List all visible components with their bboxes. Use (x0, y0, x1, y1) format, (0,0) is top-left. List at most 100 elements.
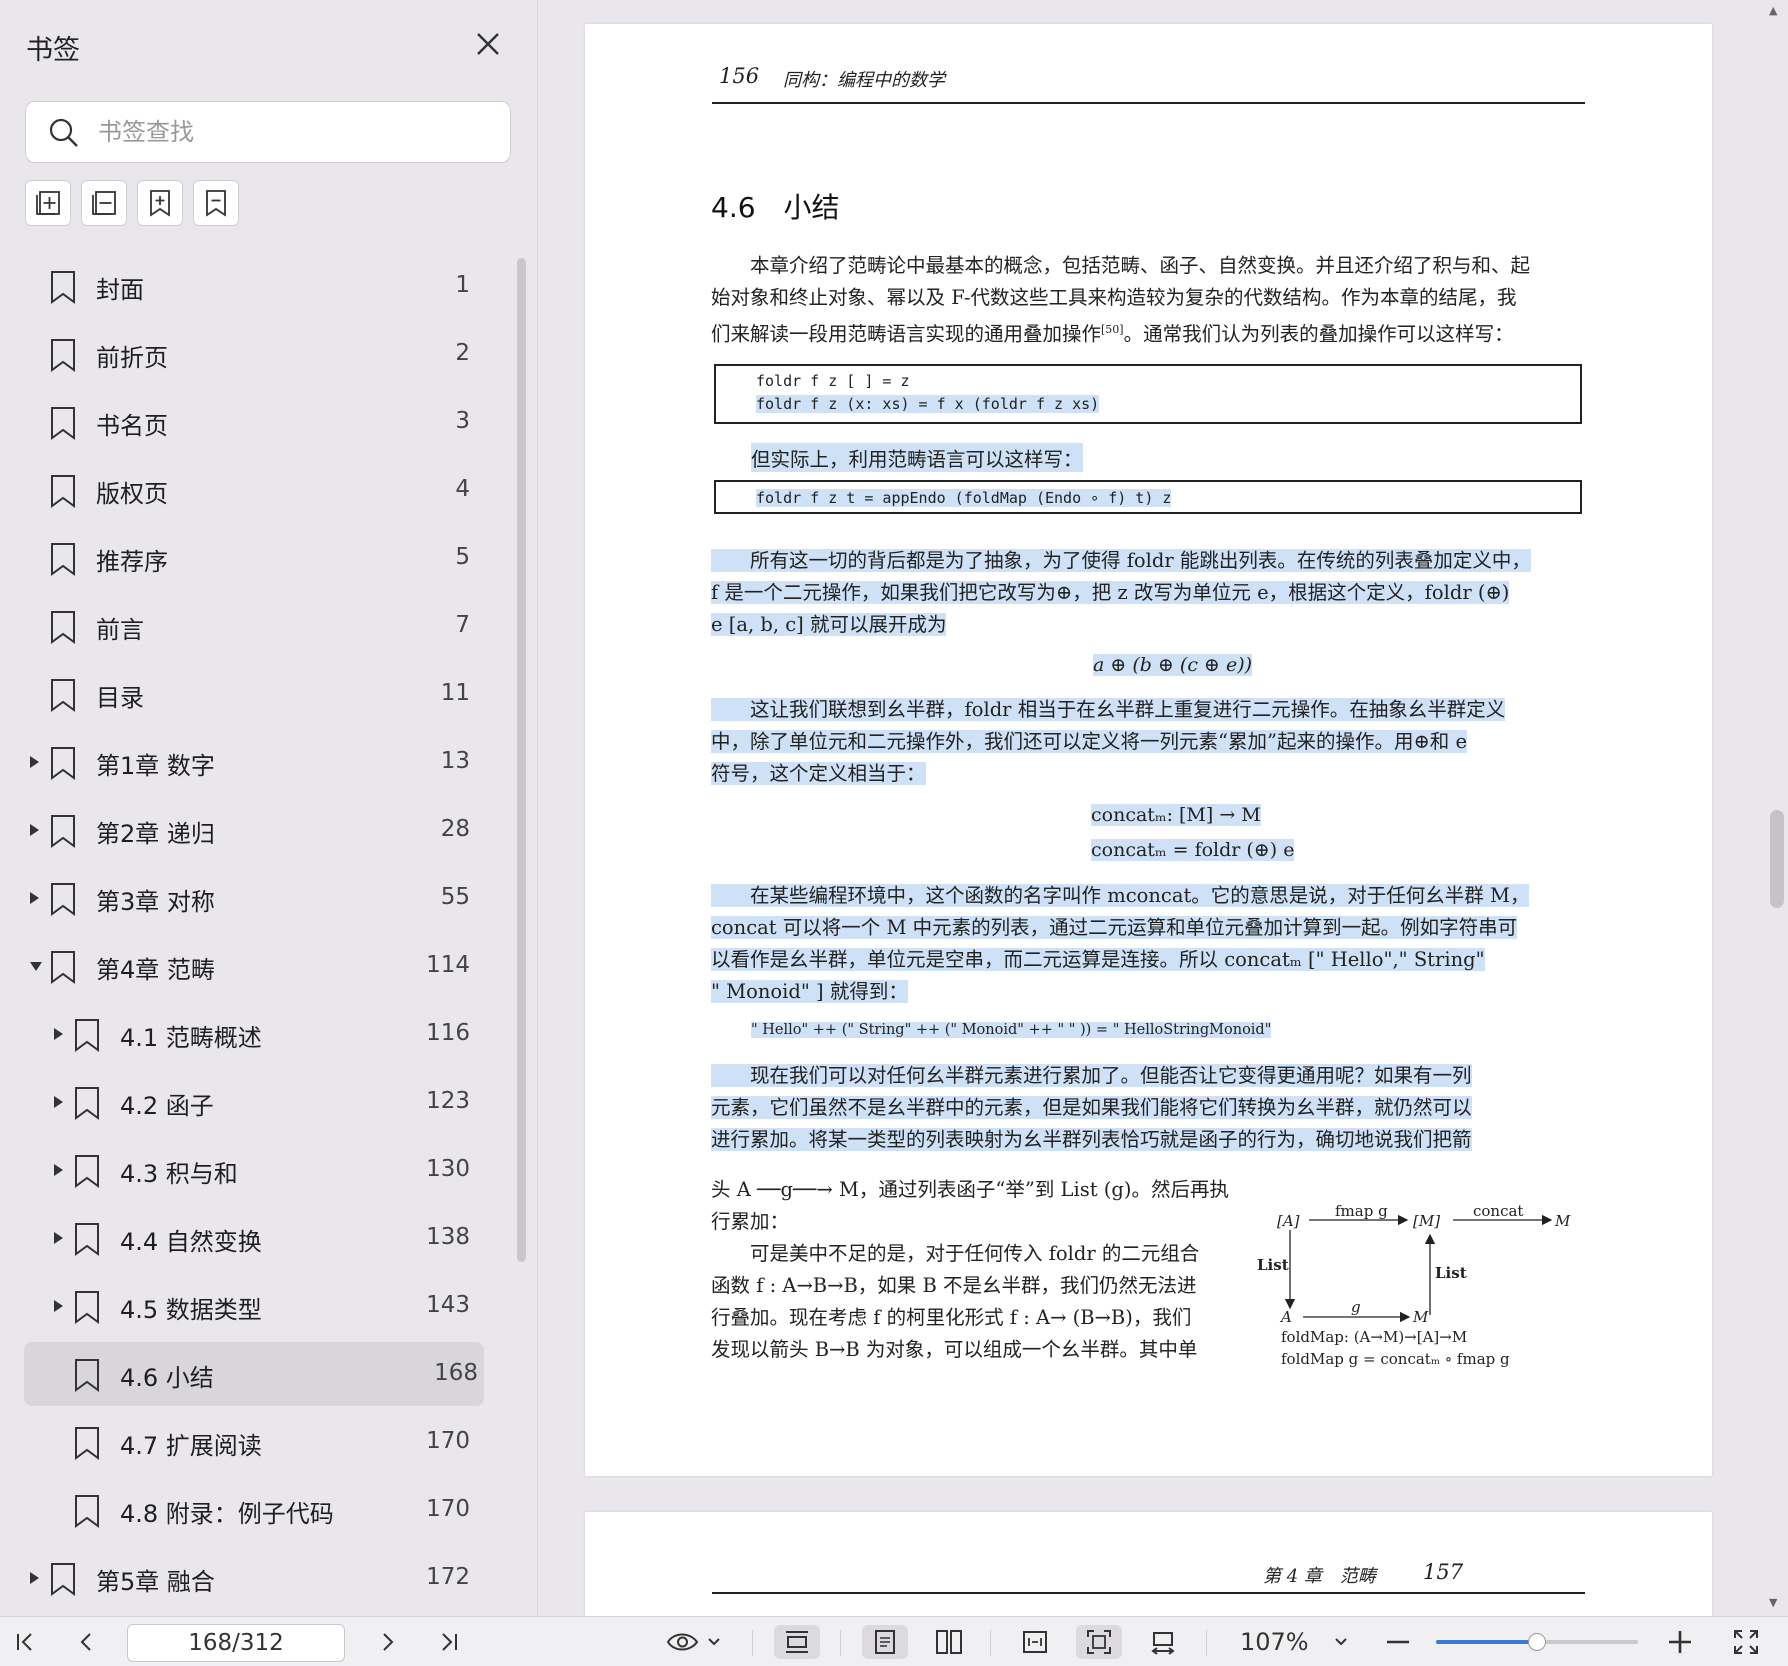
bookmark-item[interactable]: 封面 1 (0, 254, 500, 318)
remove-bookmark-button[interactable] (193, 180, 239, 226)
bookmark-item[interactable]: 4.6 小结 168 (24, 1342, 484, 1406)
view-mode-button[interactable] (662, 1625, 726, 1659)
text-run: 们来解读一段用范畴语言实现的通用叠加操作 (711, 322, 1102, 346)
bookmark-item[interactable]: 4.7 扩展阅读 170 (0, 1410, 500, 1474)
bookmark-item[interactable]: 第1章 数字 13 (0, 730, 500, 794)
expand-arrow-icon[interactable] (54, 1096, 63, 1108)
zoom-slider-handle[interactable] (1528, 1633, 1546, 1651)
bookmark-item[interactable]: 前言 7 (0, 594, 500, 658)
zoom-in-button[interactable] (1662, 1625, 1698, 1659)
page-header-title: 同构：编程中的数学 (783, 70, 945, 91)
bookmark-item[interactable]: 4.4 自然变换 138 (0, 1206, 500, 1270)
text-line: 们来解读一段用范畴语言实现的通用叠加操作[50]。通常我们认为列表的叠加操作可以… (711, 314, 1587, 351)
pdf-page-157: 第 4 章 范畴 157 (585, 1512, 1712, 1616)
document-scrollbar-thumb[interactable] (1770, 810, 1784, 908)
collapse-arrow-icon[interactable] (30, 962, 42, 971)
bookmark-item[interactable]: 目录 11 (0, 662, 500, 726)
remove-bookmark-icon (206, 190, 226, 217)
zoom-level[interactable]: 107% (1240, 1628, 1309, 1656)
bookmark-icon (51, 339, 75, 372)
continuous-scroll-button[interactable] (774, 1625, 820, 1659)
previous-page-button[interactable] (70, 1625, 104, 1659)
equation-concat-type: concatₘ: [M] → M (1091, 804, 1261, 826)
document-viewport[interactable]: 156 同构：编程中的数学 4.6 小结 本章介绍了范畴论中最基本的概念，包括范… (539, 0, 1788, 1616)
bookmark-item[interactable]: 版权页 4 (0, 458, 500, 522)
bookmark-item[interactable]: 4.3 积与和 130 (0, 1138, 500, 1202)
bookmark-item[interactable]: 4.2 函子 123 (0, 1070, 500, 1134)
bookmark-page-number: 170 (426, 1428, 470, 1454)
bookmark-item[interactable]: 4.8 附录：例子代码 170 (0, 1478, 500, 1542)
code-block-foldr-category: foldr f z t = appEndo (foldMap (Endo ∘ f… (714, 480, 1582, 514)
bookmark-page-number: 13 (440, 748, 470, 774)
code-block-foldr-list: foldr f z [ ] = z foldr f z (x: xs) = f … (714, 364, 1582, 424)
fit-width-button[interactable] (1012, 1625, 1058, 1659)
bookmark-page-number: 55 (440, 884, 470, 910)
expand-all-icon (36, 191, 60, 215)
scroll-up-arrow[interactable]: ▲ (1769, 4, 1777, 17)
expand-arrow-icon[interactable] (54, 1232, 63, 1244)
next-page-button[interactable] (370, 1625, 404, 1659)
first-page-icon (17, 1633, 32, 1651)
expand-arrow-icon[interactable] (30, 756, 39, 768)
expand-arrow-icon[interactable] (30, 1572, 39, 1584)
bookmark-search-input[interactable] (98, 102, 498, 162)
bookmark-icon (75, 1427, 99, 1460)
label-g: g (1351, 1298, 1361, 1316)
bookmark-icon (75, 1019, 99, 1052)
bookmark-icon (51, 407, 75, 440)
equation-expansion: a ⊕ (b ⊕ (c ⊕ e)) (1093, 654, 1253, 676)
fit-page-button[interactable] (1076, 1625, 1122, 1659)
bottom-toolbar: 168/312 107% (0, 1616, 1788, 1666)
zoom-dropdown-button[interactable] (1326, 1625, 1356, 1659)
two-page-button[interactable] (926, 1625, 972, 1659)
single-page-icon (875, 1630, 895, 1654)
expand-arrow-icon[interactable] (54, 1300, 63, 1312)
bookmark-page-number: 4 (455, 476, 470, 502)
expand-arrow-icon[interactable] (54, 1028, 63, 1040)
first-page-button[interactable] (8, 1625, 42, 1659)
expand-arrow-icon[interactable] (30, 824, 39, 836)
fullscreen-button[interactable] (1728, 1625, 1764, 1659)
bookmark-search-box[interactable] (25, 101, 511, 163)
zoom-slider[interactable] (1436, 1633, 1638, 1651)
expand-arrow-icon[interactable] (54, 1164, 63, 1176)
zoom-out-button[interactable] (1380, 1625, 1416, 1659)
bookmark-item[interactable]: 第4章 范畴 114 (0, 934, 500, 998)
collapse-all-button[interactable] (81, 180, 127, 226)
bookmark-item[interactable]: 4.5 数据类型 143 (0, 1274, 500, 1338)
search-icon (49, 118, 78, 147)
close-sidebar-button[interactable] (470, 26, 506, 62)
bookmark-item[interactable]: 前折页 2 (0, 322, 500, 386)
bookmark-label: 推荐序 (96, 548, 168, 576)
bookmark-item[interactable]: 4.1 范畴概述 116 (0, 1002, 500, 1066)
node-list-a: [A] (1277, 1212, 1300, 1230)
page-number-input[interactable]: 168/312 (127, 1624, 345, 1662)
last-page-button[interactable] (432, 1625, 466, 1659)
scroll-down-arrow[interactable]: ▼ (1769, 1596, 1777, 1609)
add-bookmark-button[interactable] (137, 180, 183, 226)
minus-icon (1387, 1640, 1409, 1644)
bookmark-item[interactable]: 第2章 递归 28 (0, 798, 500, 862)
single-page-button[interactable] (862, 1625, 908, 1659)
bookmark-icon (51, 747, 75, 780)
text-line: e [a, b, c] 就可以展开成为 (711, 613, 947, 636)
bookmark-icon (51, 883, 75, 916)
sidebar-scrollbar[interactable] (517, 258, 526, 1262)
bookmark-label: 4.5 数据类型 (120, 1296, 262, 1324)
bookmark-page-number: 2 (455, 340, 470, 366)
bookmark-item[interactable]: 第5章 融合 172 (0, 1546, 500, 1610)
text-line: 头 A ──g──→ M，通过列表函子“举”到 List (g)。然后再执 (711, 1178, 1229, 1201)
expand-arrow-icon[interactable] (30, 892, 39, 904)
equation-concat-def: concatₘ = foldr (⊕) e (1091, 839, 1295, 861)
text-line: 这让我们联想到幺半群，foldr 相当于在幺半群上重复进行二元操作。在抽象幺半群… (711, 698, 1506, 721)
bookmark-item[interactable]: 第3章 对称 55 (0, 866, 500, 930)
expand-all-button[interactable] (25, 180, 71, 226)
separator (840, 1630, 841, 1656)
separator (990, 1630, 991, 1656)
header-rule (712, 1592, 1585, 1594)
bookmark-item[interactable]: 推荐序 5 (0, 526, 500, 590)
rotate-button[interactable] (1140, 1625, 1186, 1659)
bookmark-icon (75, 1087, 99, 1120)
pdf-page-156: 156 同构：编程中的数学 4.6 小结 本章介绍了范畴论中最基本的概念，包括范… (585, 24, 1712, 1476)
bookmark-item[interactable]: 书名页 3 (0, 390, 500, 454)
